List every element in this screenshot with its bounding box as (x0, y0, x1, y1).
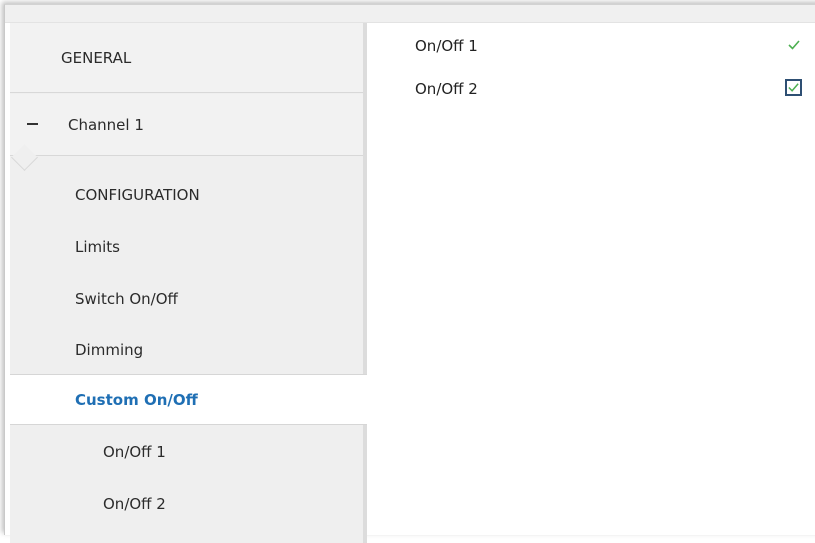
on-off-2-checkbox[interactable] (785, 79, 802, 96)
sidebar-item-on-off-2[interactable]: On/Off 2 (10, 478, 363, 529)
sidebar-item-channel-1[interactable]: Channel 1 (10, 94, 363, 156)
sidebar-item-on-off-1[interactable]: On/Off 1 (10, 426, 363, 477)
sidebar-item-label: Channel 1 (68, 115, 144, 134)
sidebar-item-label: GENERAL (61, 48, 132, 67)
sidebar-item-general[interactable]: GENERAL (10, 23, 363, 93)
option-label: On/Off 1 (415, 37, 478, 55)
sidebar-item-dimming[interactable]: Dimming (10, 324, 363, 375)
sidebar-item-label: CONFIGURATION (75, 185, 200, 204)
on-off-1-checkbox[interactable] (785, 36, 802, 53)
option-row-on-off-2: On/Off 2 (367, 75, 815, 105)
content-panel: On/Off 1 On/Off 2 (367, 23, 815, 533)
minus-icon[interactable] (27, 123, 38, 125)
sidebar-item-custom-on-off[interactable]: Custom On/Off (10, 374, 367, 425)
sidebar-item-label: Switch On/Off (75, 289, 178, 308)
sidebar-item-switch-on-off[interactable]: Switch On/Off (10, 273, 363, 324)
sidebar-item-limits[interactable]: Limits (10, 221, 363, 272)
checkmark-icon (788, 83, 799, 92)
option-label: On/Off 2 (415, 80, 478, 98)
sidebar: GENERAL Channel 1 CONFIGURATION Limits S… (10, 23, 367, 543)
sidebar-item-configuration[interactable]: CONFIGURATION (10, 169, 363, 220)
app-window: GENERAL Channel 1 CONFIGURATION Limits S… (4, 4, 815, 543)
option-row-on-off-1: On/Off 1 (367, 32, 815, 62)
sidebar-item-label: Custom On/Off (75, 390, 198, 409)
sidebar-item-label: Limits (75, 237, 120, 256)
window-top-strip (5, 5, 815, 23)
checkmark-icon (788, 40, 800, 50)
sidebar-item-label: On/Off 2 (103, 494, 166, 513)
sidebar-item-label: On/Off 1 (103, 442, 166, 461)
sidebar-item-label: Dimming (75, 340, 144, 359)
